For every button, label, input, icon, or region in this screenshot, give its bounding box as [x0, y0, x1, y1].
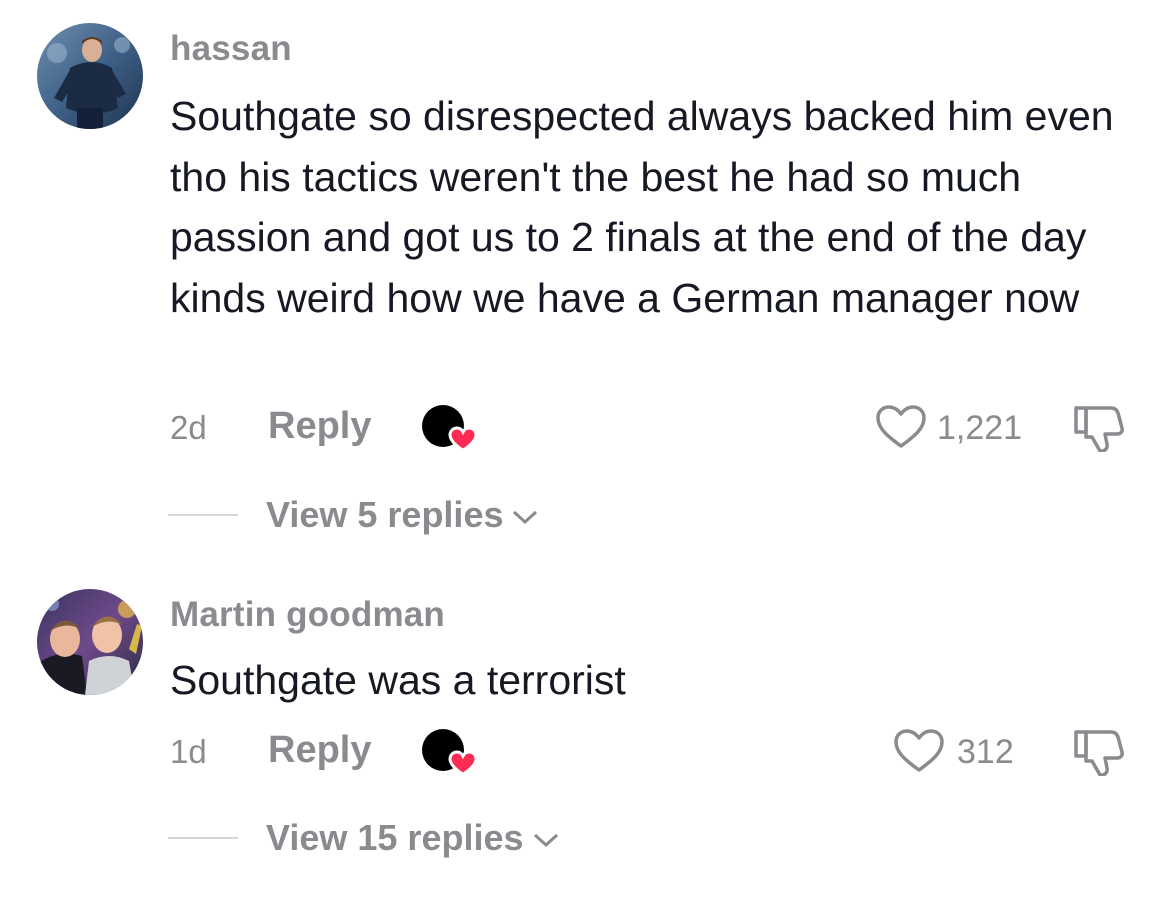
- replies-divider: [168, 837, 238, 839]
- like-count: 312: [957, 733, 1014, 771]
- creator-liked-heart-icon: [419, 726, 483, 782]
- comment-item: Martin goodman Southgate was a terrorist…: [0, 0, 1170, 898]
- like-button[interactable]: [893, 728, 945, 774]
- comment-username[interactable]: Martin goodman: [170, 595, 445, 635]
- dislike-button[interactable]: [1071, 726, 1125, 776]
- view-replies-label: View 15 replies: [266, 817, 524, 858]
- avatar[interactable]: [37, 589, 143, 695]
- comment-age: 1d: [170, 733, 207, 770]
- heart-outline-icon: [894, 729, 944, 772]
- comment-text: Southgate was a terrorist: [170, 657, 626, 703]
- view-replies-button[interactable]: View 15 replies: [266, 817, 560, 859]
- thumbs-down-icon: [1074, 730, 1124, 776]
- avatar-image: [37, 589, 143, 695]
- reply-button[interactable]: Reply: [268, 729, 371, 772]
- chevron-down-icon: [533, 834, 558, 848]
